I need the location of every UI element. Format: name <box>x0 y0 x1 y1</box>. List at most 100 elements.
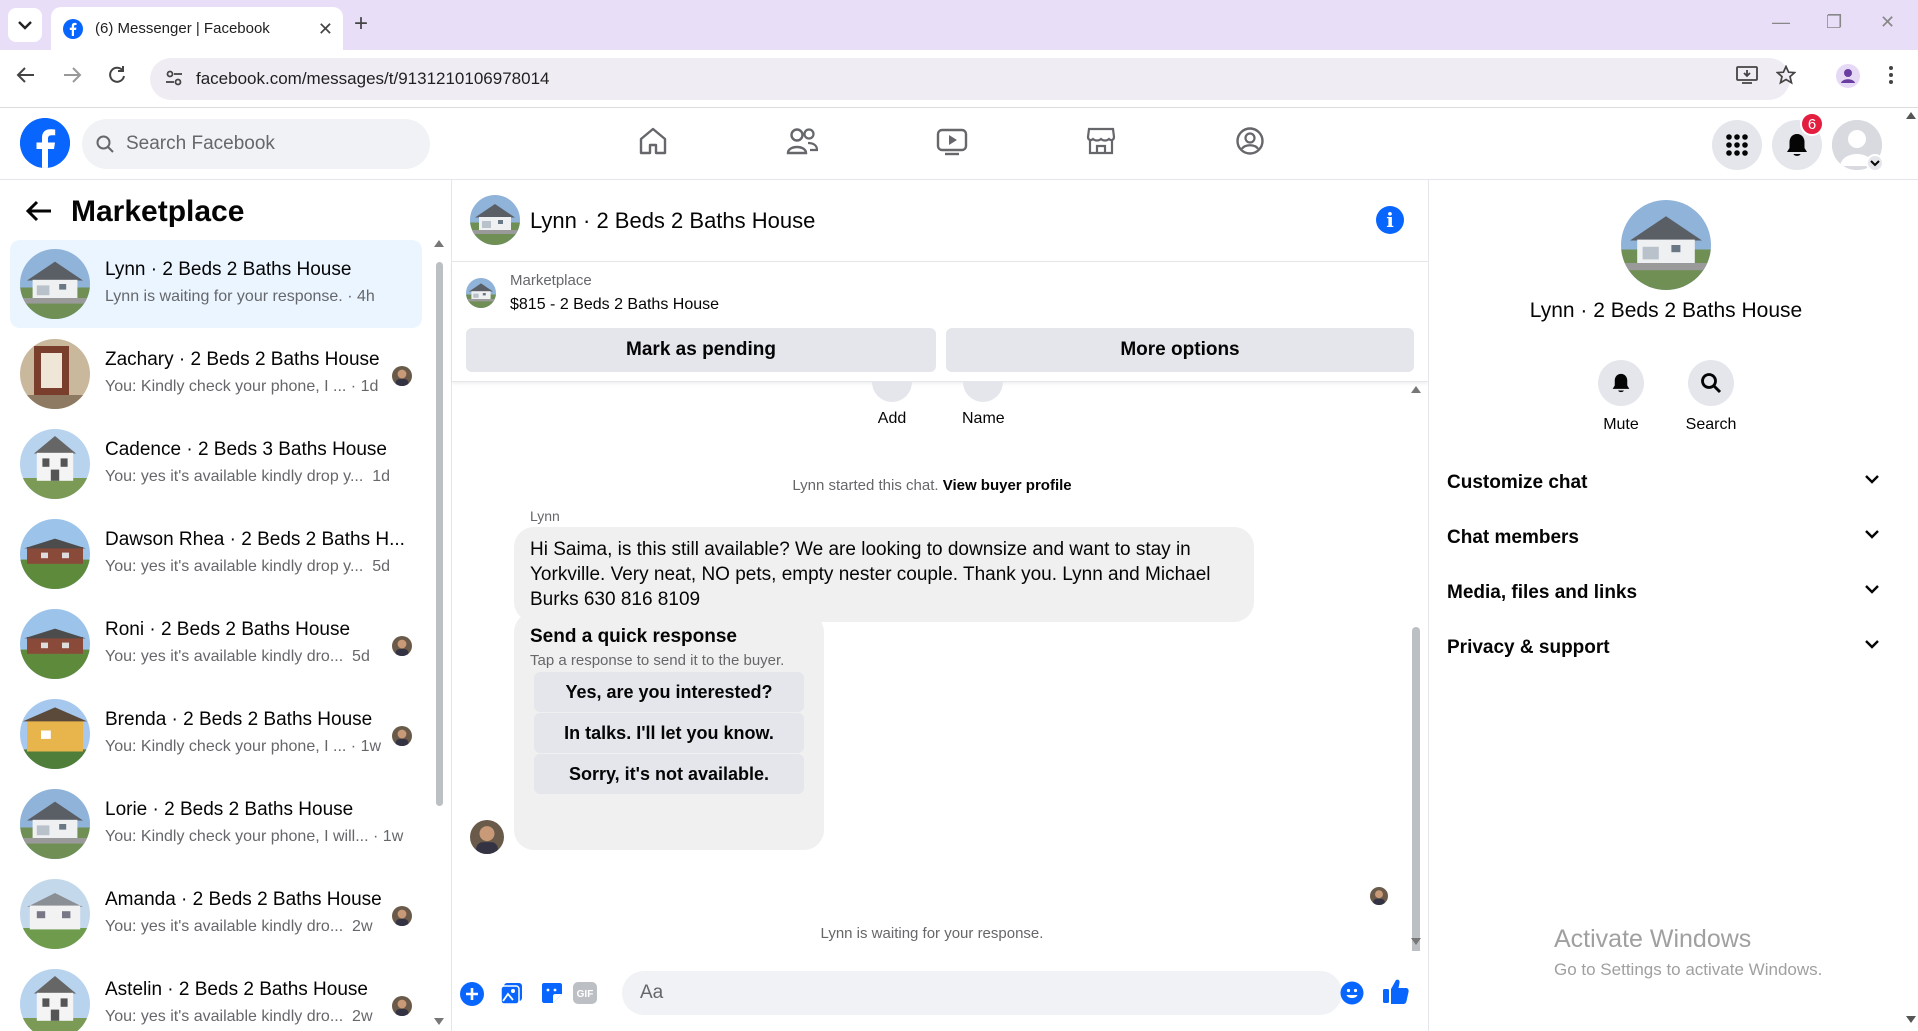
sidebar-scrollbar[interactable] <box>436 262 443 806</box>
browser-tab-strip: (6) Messenger | Facebook ✕ + — ❐ ✕ <box>0 0 1918 50</box>
gif-icon[interactable]: GIF <box>572 981 598 1005</box>
conversation-item[interactable]: Lynn · 2 Beds 2 Baths House Lynn is wait… <box>10 240 422 328</box>
message-input[interactable]: Aa <box>622 971 1342 1015</box>
conversation-item[interactable]: Lorie · 2 Beds 2 Baths House You: Kindly… <box>10 780 422 868</box>
message-bubble: Hi Saima, is this still available? We ar… <box>514 527 1254 622</box>
browser-toolbar: facebook.com/messages/t/9131210106978014 <box>0 50 1918 108</box>
address-bar[interactable]: facebook.com/messages/t/9131210106978014 <box>150 58 1790 100</box>
customize-chat-row[interactable]: Customize chat <box>1447 462 1879 502</box>
thumbs-up-icon[interactable] <box>1382 977 1410 1005</box>
marketplace-sidebar: Marketplace Lynn · 2 Beds 2 Baths House … <box>0 180 452 1031</box>
friends-icon[interactable] <box>786 126 818 156</box>
chevron-down-icon <box>18 21 32 30</box>
watch-video-icon[interactable] <box>936 126 968 156</box>
conversation-preview: You: yes it's available kindly drop y...… <box>105 468 390 485</box>
scroll-up-icon[interactable] <box>1411 386 1421 393</box>
scroll-down-icon[interactable] <box>1411 938 1421 945</box>
new-tab-button[interactable]: + <box>354 10 368 38</box>
conversation-item[interactable]: Astelin · 2 Beds 2 Baths House You: yes … <box>10 960 422 1031</box>
quick-response-title: Send a quick response <box>530 626 737 647</box>
install-app-icon[interactable] <box>1736 65 1758 85</box>
search-label: Search <box>1685 416 1737 433</box>
reload-icon[interactable] <box>107 65 127 85</box>
gaming-icon[interactable] <box>1235 126 1265 156</box>
info-icon[interactable]: i <box>1376 206 1404 234</box>
conversation-name: Lorie · 2 Beds 2 Baths House <box>105 799 354 820</box>
browser-tab[interactable]: (6) Messenger | Facebook ✕ <box>51 7 343 50</box>
restore-icon[interactable]: ❐ <box>1826 12 1842 33</box>
conversation-item[interactable]: Zachary · 2 Beds 2 Baths House You: Kind… <box>10 330 422 418</box>
mute-button[interactable]: Mute <box>1576 360 1666 434</box>
conversation-item[interactable]: Amanda · 2 Beds 2 Baths House You: yes i… <box>10 870 422 958</box>
privacy-support-row[interactable]: Privacy & support <box>1447 627 1879 667</box>
photo-icon[interactable] <box>500 981 524 1005</box>
message-list: Add Name Lynn started this chat. View bu… <box>452 382 1428 951</box>
chat-title[interactable]: Lynn · 2 Beds 2 Baths House <box>530 208 815 234</box>
site-info-icon[interactable] <box>164 68 184 88</box>
scroll-down-icon[interactable] <box>434 1018 444 1025</box>
media-files-links-row[interactable]: Media, files and links <box>1447 572 1879 612</box>
conversation-item[interactable]: Dawson Rhea · 2 Beds 2 Baths H... You: y… <box>10 510 422 598</box>
home-icon[interactable] <box>638 126 668 156</box>
listing-price-title[interactable]: $815 - 2 Beds 2 Baths House <box>510 296 719 314</box>
conversation-preview: You: yes it's available kindly dro... 5d <box>105 648 370 665</box>
add-tool[interactable]: Add <box>872 382 912 428</box>
url-text: facebook.com/messages/t/9131210106978014 <box>196 69 550 88</box>
menu-grid-button[interactable] <box>1712 120 1762 170</box>
waiting-status: Lynn is waiting for your response. <box>820 925 1044 942</box>
search-icon <box>1701 373 1722 394</box>
chat-avatar[interactable] <box>470 195 520 245</box>
quick-response-option[interactable]: In talks. I'll let you know. <box>534 713 804 753</box>
page-scroll-down-icon[interactable] <box>1906 1016 1916 1023</box>
sticker-icon[interactable] <box>540 981 564 1005</box>
conversation-preview: You: Kindly check your phone, I ... · 1d <box>105 378 379 395</box>
profile-avatar-icon[interactable] <box>1836 64 1860 88</box>
bell-icon <box>1787 134 1807 156</box>
seen-avatar <box>392 726 412 746</box>
browser-menu-icon[interactable] <box>1888 65 1894 85</box>
scroll-up-icon[interactable] <box>434 240 444 247</box>
back-arrow-icon[interactable] <box>26 200 52 222</box>
close-window-icon[interactable]: ✕ <box>1880 12 1895 33</box>
listing-thumbnail <box>20 879 90 949</box>
forward-arrow-icon[interactable] <box>62 65 82 85</box>
quick-response-option[interactable]: Yes, are you interested? <box>534 672 804 712</box>
bookmark-star-icon[interactable] <box>1776 65 1796 85</box>
marketplace-icon[interactable] <box>1086 126 1116 156</box>
minimize-icon[interactable]: — <box>1772 12 1790 33</box>
mark-as-pending-button[interactable]: Mark as pending <box>466 328 936 372</box>
emoji-icon[interactable] <box>1340 981 1364 1005</box>
conversation-item[interactable]: Roni · 2 Beds 2 Baths House You: yes it'… <box>10 600 422 688</box>
chat-info-panel: Lynn · 2 Beds 2 Baths House Mute Search … <box>1428 180 1918 1031</box>
view-buyer-profile-link[interactable]: View buyer profile <box>943 477 1072 494</box>
quick-response-option[interactable]: Sorry, it's not available. <box>534 754 804 794</box>
conversation-item[interactable]: Brenda · 2 Beds 2 Baths House You: Kindl… <box>10 690 422 778</box>
facebook-search-input[interactable]: Search Facebook <box>82 119 430 169</box>
facebook-logo[interactable] <box>20 118 70 168</box>
name-tool[interactable]: Name <box>962 382 1005 428</box>
listing-thumbnail <box>20 339 90 409</box>
more-options-button[interactable]: More options <box>946 328 1414 372</box>
listing-thumbnail <box>20 429 90 499</box>
seen-avatar <box>392 366 412 386</box>
search-in-chat-button[interactable]: Search <box>1666 360 1756 434</box>
chat-members-row[interactable]: Chat members <box>1447 517 1879 557</box>
conversation-item[interactable]: Cadence · 2 Beds 3 Baths House You: yes … <box>10 420 422 508</box>
message-input-placeholder: Aa <box>640 982 664 1003</box>
activate-windows-title: Activate Windows <box>1554 925 1752 953</box>
add-label: Add <box>877 410 907 427</box>
plus-circle-icon[interactable] <box>460 982 484 1006</box>
messages-scrollbar[interactable] <box>1412 627 1420 951</box>
tab-close-icon[interactable]: ✕ <box>318 19 333 40</box>
back-arrow-icon[interactable] <box>16 65 36 85</box>
seen-avatar <box>392 996 412 1016</box>
account-chevron-icon[interactable] <box>1866 154 1884 172</box>
listing-thumbnail <box>20 699 90 769</box>
tab-search-button[interactable] <box>8 8 42 42</box>
grid-icon <box>1726 134 1748 156</box>
facebook-top-nav: Search Facebook 6 <box>0 108 1918 180</box>
chat-header: Lynn · 2 Beds 2 Baths House i <box>452 180 1428 262</box>
listing-thumbnail <box>20 519 90 589</box>
quick-response-subtitle: Tap a response to send it to the buyer. <box>530 652 785 669</box>
page-scroll-up-icon[interactable] <box>1906 112 1916 119</box>
